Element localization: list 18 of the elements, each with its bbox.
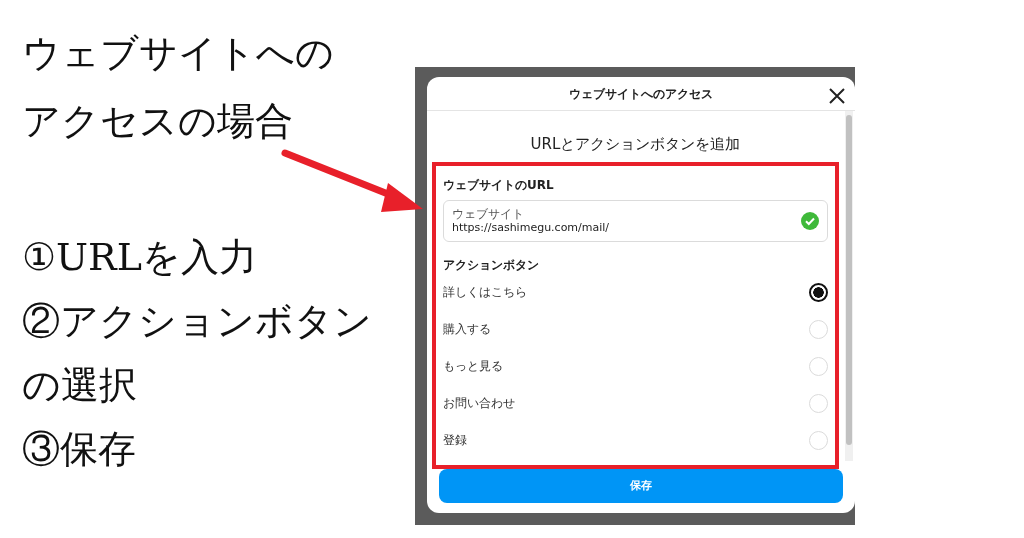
dialog-subtitle: URLとアクションボタンを追加 bbox=[529, 134, 742, 155]
annotation-heading: ウェブサイトへの bbox=[22, 31, 334, 77]
option-label: もっと見る bbox=[443, 358, 503, 375]
option-label: お問い合わせ bbox=[443, 395, 515, 412]
scrollbar[interactable] bbox=[845, 111, 853, 461]
step-text: ①URLを入力 bbox=[22, 235, 257, 281]
option-label: 詳しくはこちら bbox=[443, 284, 527, 301]
step-text: ③保存 bbox=[22, 427, 136, 473]
step-text: ②アクションボタン bbox=[22, 299, 372, 345]
url-field[interactable]: ウェブサイト https://sashimegu.com/mail/ bbox=[443, 199, 828, 242]
dialog-title: ウェブサイトへのアクセス bbox=[569, 85, 713, 103]
step-text: の選択 bbox=[22, 363, 137, 409]
option-label: 登録 bbox=[443, 432, 467, 449]
annotation-heading: アクセスの場合 bbox=[22, 99, 293, 145]
section-heading: アクションボタン bbox=[443, 256, 540, 274]
radio-button[interactable] bbox=[809, 282, 828, 302]
section-heading: ウェブサイトのURL bbox=[443, 176, 555, 194]
option-label: 購入する bbox=[443, 321, 491, 338]
